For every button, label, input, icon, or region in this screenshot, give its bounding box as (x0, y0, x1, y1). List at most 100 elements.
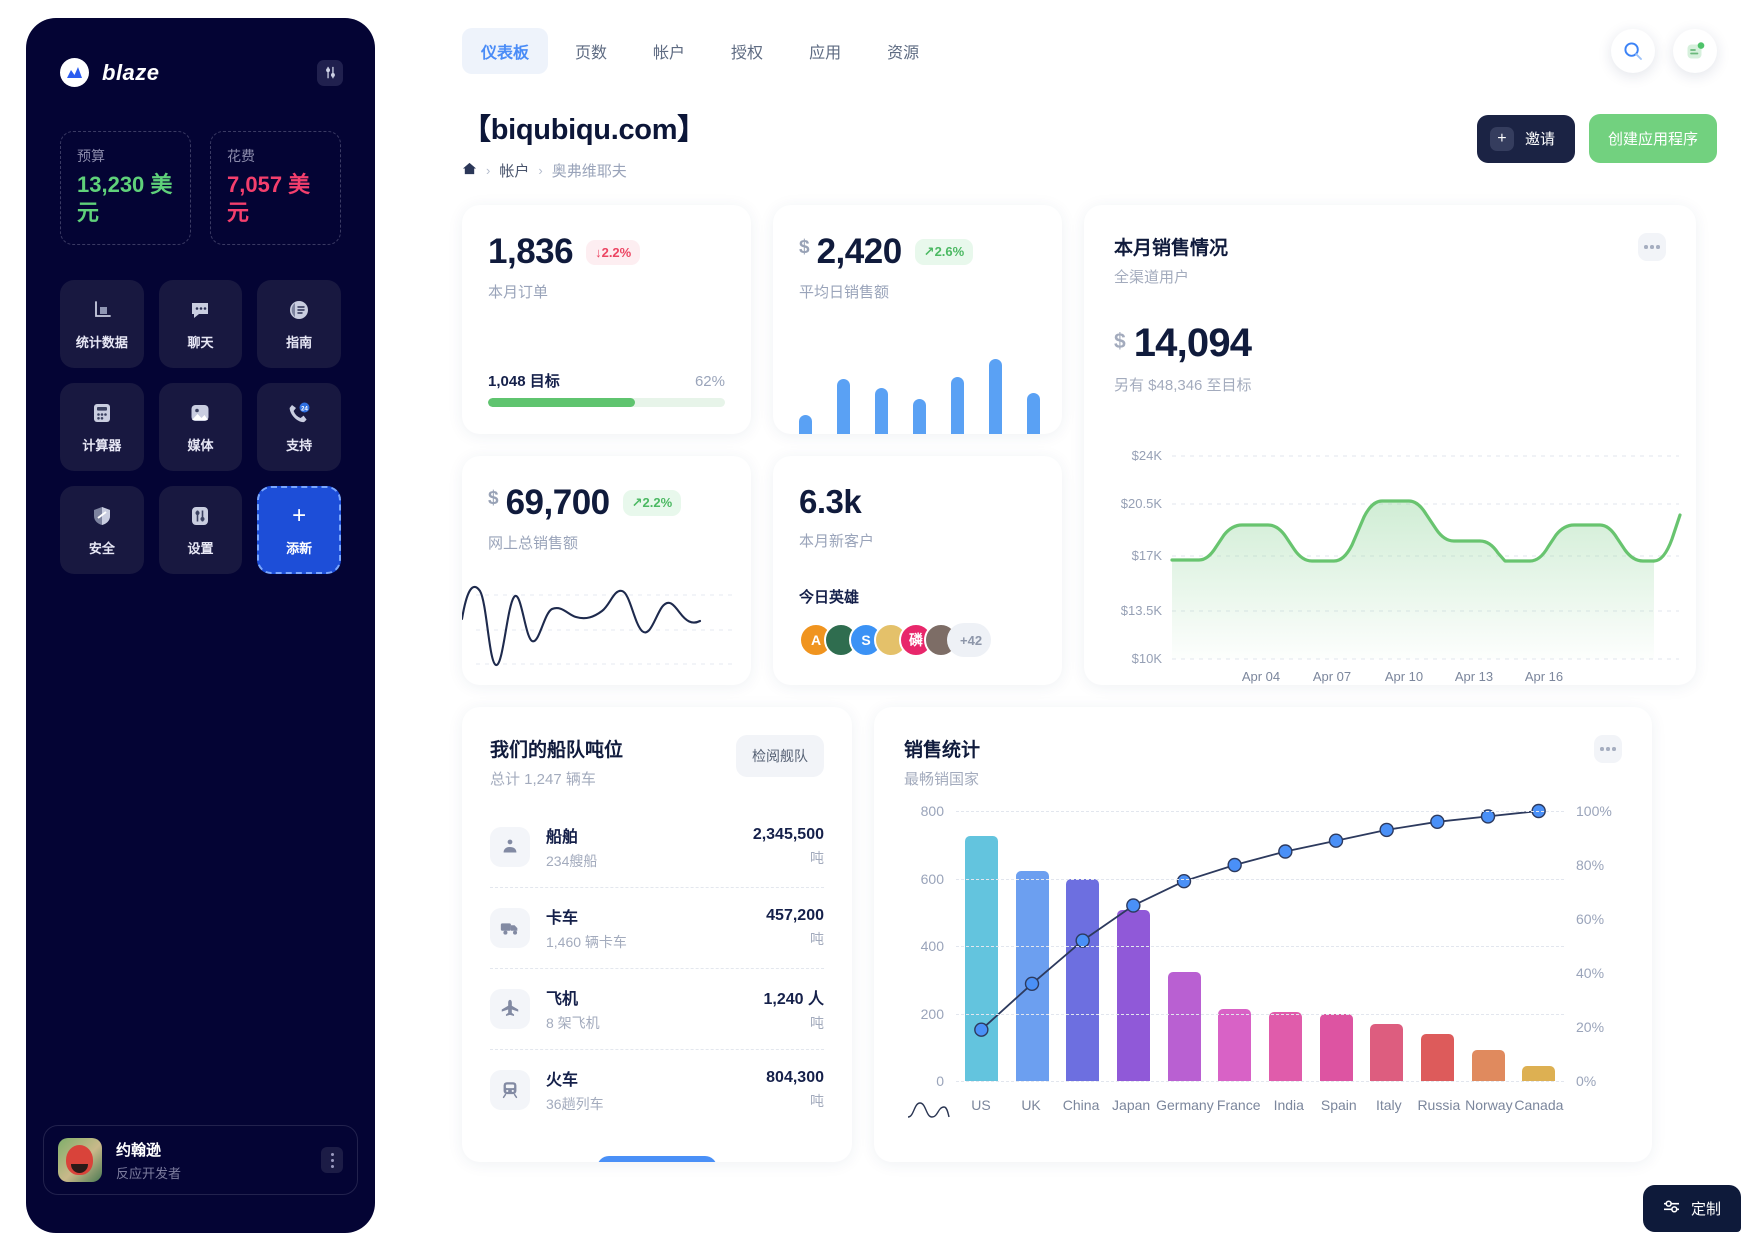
kpi-orders-subtitle: 本月订单 (488, 284, 549, 301)
tab-1[interactable]: 页数 (556, 28, 626, 74)
kpi-newcust-subtitle: 本月新客户 (799, 533, 875, 550)
kpi-online-currency: $ (488, 488, 499, 509)
sidebar-tile-7[interactable]: 设置 (158, 486, 243, 574)
sidebar-tile-3[interactable]: 计算器 (60, 383, 144, 471)
kpi-online-subtitle: 网上总销售额 (488, 535, 579, 552)
fleet-subtitle: 总计 1,247 辆车 (490, 771, 596, 788)
minibar-5 (989, 359, 1002, 434)
breadcrumb: › 帐户 › 奥弗维耶夫 (462, 160, 706, 181)
fleet-row-unit: 吨 (810, 931, 824, 947)
avatar (58, 1138, 102, 1182)
sidebar-nav-grid: 统计数据 聊天 指南计算器 媒体 24 支持安全 设置 + 添新 (26, 245, 375, 574)
profile-card[interactable]: 约翰逊 反应开发者 (43, 1125, 358, 1195)
tab-0[interactable]: 仪表板 (462, 28, 549, 74)
svg-text:Apr 10: Apr 10 (1385, 669, 1423, 684)
sidebar-tile-label: 媒体 (187, 438, 214, 453)
image-icon (187, 400, 213, 426)
fleet-row[interactable]: 飞机 8 架飞机 1,240 人吨 (490, 969, 824, 1050)
invite-button[interactable]: + 邀请 (1476, 114, 1575, 163)
heroes-more-count[interactable]: +42 (947, 623, 992, 657)
tab-5[interactable]: 资源 (868, 28, 938, 74)
sidebar-tile-label: 设置 (187, 541, 214, 556)
tab-4[interactable]: 应用 (790, 28, 860, 74)
kpi-avg-subtitle: 平均日销售额 (799, 284, 890, 301)
breadcrumb-item-current: 奥弗维耶夫 (551, 163, 627, 180)
bar-chart-icon (89, 297, 115, 323)
sales-month-amount-row: $ 14,094 (1114, 321, 1666, 366)
sidebar-tile-label: 支持 (286, 438, 313, 453)
x-label-France: France (1216, 1097, 1261, 1113)
sidebar-tile-label: 计算器 (82, 438, 122, 453)
fleet-row-name: 船舶 (546, 829, 579, 846)
kpi-orders-top: 1,836 ↓2.2% (488, 232, 725, 272)
svg-text:Apr 13: Apr 13 (1455, 669, 1493, 684)
budget-label: 预算 (77, 148, 105, 164)
more-vertical-icon[interactable] (321, 1147, 343, 1173)
gridline (956, 878, 1564, 880)
svg-text:24: 24 (301, 406, 308, 412)
sparkline-icon (907, 1102, 950, 1118)
search-icon[interactable] (1611, 29, 1655, 73)
top-tabs: 仪表板 页数 帐户 授权 应用 资源 (462, 28, 938, 74)
svg-text:$17K: $17K (1132, 548, 1163, 563)
more-horizontal-icon[interactable] (1638, 233, 1666, 261)
home-icon[interactable] (462, 161, 477, 181)
sidebar-tile-1[interactable]: 聊天 (158, 280, 243, 368)
sales-month-header: 本月销售情况 全渠道用户 (1114, 233, 1666, 287)
invite-button-label: 邀请 (1524, 131, 1555, 148)
kpi-orders-progress-bar (488, 398, 725, 407)
kpi-column: 1,836 ↓2.2% 本月订单 1,048 目标 62% $ 2,420 ↗2… (462, 205, 1062, 685)
fleet-row-unit: 吨 (810, 1015, 824, 1031)
kpi-orders-delta: ↓2.2% (586, 239, 641, 265)
calculator-icon (89, 400, 115, 426)
notes-badge-icon[interactable] (1673, 29, 1717, 73)
fleet-row[interactable]: 火车 36趟列车 804,300 吨 (490, 1050, 824, 1130)
x-label-China: China (1062, 1097, 1100, 1113)
fleet-row[interactable]: 卡车 1,460 辆卡车 457,200 吨 (490, 888, 824, 969)
kpi-avg-top: $ 2,420 ↗2.6% (799, 232, 1036, 272)
sidebar-tile-2[interactable]: 指南 (257, 280, 341, 368)
tab-3[interactable]: 授权 (712, 28, 782, 74)
sales-statistics-card: 销售统计 最畅销国家 US UK China Japan Germany France In… (874, 707, 1652, 1162)
sidebar-tile-5[interactable]: 24 支持 (257, 383, 341, 471)
gridline (956, 811, 1564, 812)
y2-tick-1: 20% (1576, 1019, 1605, 1035)
budget-row: 预算 13,230 美元 花费 7,057 美元 (26, 87, 375, 245)
y2-tick-4: 80% (1576, 857, 1605, 873)
breadcrumb-separator: › (538, 163, 543, 178)
review-fleet-button[interactable]: 检阅舰队 (736, 735, 824, 777)
breadcrumb-item-account[interactable]: 帐户 (499, 160, 529, 181)
y-tick-200: 200 (920, 1005, 944, 1022)
fleet-row-meta: 1,460 辆卡车 (546, 934, 627, 950)
chat-bubble-icon (187, 297, 213, 323)
kpi-orders-goal-label: 1,048 目标 (488, 373, 560, 390)
kpi-avg-delta: ↗2.6% (914, 239, 974, 265)
more-horizontal-icon[interactable] (1594, 735, 1622, 763)
support-24-icon: 24 (286, 400, 312, 426)
customize-button[interactable]: 定制 (1642, 1185, 1741, 1232)
sidebar-tile-0[interactable]: 统计数据 (60, 280, 144, 368)
create-app-button[interactable]: 创建应用程序 (1588, 114, 1717, 163)
sidebar-tile-8[interactable]: + 添新 (257, 486, 341, 574)
add-vehicle-button[interactable]: 添加车辆 (596, 1156, 717, 1162)
heroes-avatar-group[interactable]: A S 磷 +42 (799, 623, 992, 657)
minibar-4 (951, 376, 964, 434)
page-title: 【biqubiqu.com】 (462, 114, 706, 146)
brand[interactable]: blaze (60, 58, 160, 87)
shield-icon (89, 503, 115, 529)
train-icon (490, 1070, 530, 1110)
fleet-card: 我们的船队吨位 总计 1,247 辆车 检阅舰队 船舶 234艘船 2,345,50… (462, 707, 852, 1162)
svg-text:$20.5K: $20.5K (1121, 496, 1163, 511)
y2-tick-5: 100% (1576, 803, 1612, 819)
sliders-icon[interactable] (317, 59, 343, 86)
sidebar-tile-6[interactable]: 安全 (60, 486, 144, 574)
sidebar-tile-4[interactable]: 媒体 (158, 383, 243, 471)
fleet-row[interactable]: 船舶 234艘船 2,345,500 吨 (490, 807, 824, 888)
y-tick-600: 600 (920, 870, 944, 887)
header-actions: + 邀请 创建应用程序 (1476, 106, 1717, 163)
fleet-row-value: 2,345,500 (752, 826, 824, 843)
brand-name: blaze (102, 59, 160, 85)
kpi-card-online-total: $ 69,700 ↗2.2% 网上总销售额 (462, 456, 751, 685)
spend-label: 花费 (227, 148, 255, 164)
tab-2[interactable]: 帐户 (634, 28, 704, 74)
